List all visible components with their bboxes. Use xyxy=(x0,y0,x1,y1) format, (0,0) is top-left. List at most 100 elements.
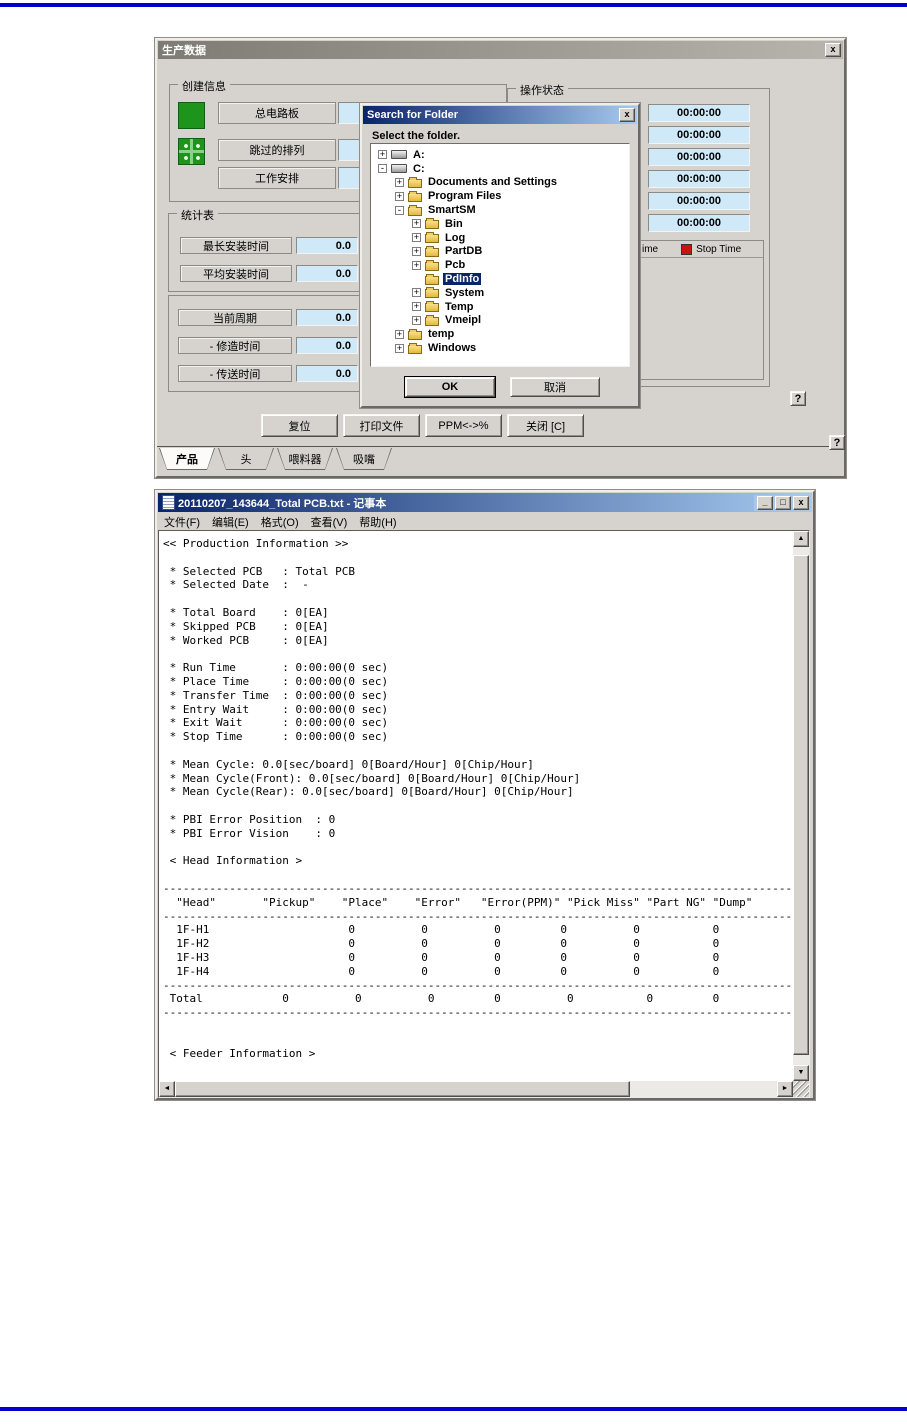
tree-item[interactable]: SmartSM xyxy=(371,203,629,217)
help-button[interactable]: ? xyxy=(790,391,806,406)
tree-item[interactable]: Windows xyxy=(371,341,629,355)
expand-toggle-icon[interactable] xyxy=(395,177,404,187)
tree-item-icon xyxy=(408,204,422,216)
tree-item[interactable]: C: xyxy=(371,162,629,176)
tree-item-icon xyxy=(425,287,439,299)
tree-item-label: SmartSM xyxy=(428,204,476,217)
cycle-row-label: 当前周期 xyxy=(178,309,292,326)
production-window-titlebar[interactable]: 生产数据 x xyxy=(158,41,843,59)
tree-item-label: PdInfo xyxy=(443,273,482,286)
stat-row-label: 平均安装时间 xyxy=(180,265,292,282)
horizontal-scroll-thumb[interactable] xyxy=(175,1081,630,1097)
expand-toggle-icon[interactable] xyxy=(412,302,421,312)
status-time-value: 00:00:00 xyxy=(648,104,750,122)
scroll-left-icon[interactable]: ◄ xyxy=(159,1081,175,1097)
tree-item-icon xyxy=(425,301,439,313)
folder-dialog-titlebar[interactable]: Search for Folder x xyxy=(363,106,637,124)
expand-toggle-icon[interactable] xyxy=(412,315,421,325)
tree-item[interactable]: Program Files xyxy=(371,189,629,203)
expand-toggle-icon[interactable] xyxy=(412,233,421,243)
stat-row-value: 0.0 xyxy=(296,265,358,282)
cancel-button[interactable]: 取消 xyxy=(510,377,600,397)
time-legend-header: ime Stop Time xyxy=(629,241,763,258)
tree-item-icon xyxy=(425,273,439,285)
status-time-value: 00:00:00 xyxy=(648,126,750,144)
tree-item[interactable]: A: xyxy=(371,148,629,162)
tree-item-icon xyxy=(408,176,422,188)
folder-dialog-title: Search for Folder xyxy=(367,109,459,121)
expand-toggle-icon[interactable] xyxy=(412,246,421,256)
help-button-2[interactable]: ? xyxy=(829,435,845,450)
top-rule xyxy=(0,3,907,7)
tree-item[interactable]: PartDB xyxy=(371,245,629,259)
expand-toggle-icon[interactable] xyxy=(412,288,421,298)
tree-item[interactable]: PdInfo xyxy=(371,272,629,286)
tree-item[interactable]: Pcb xyxy=(371,258,629,272)
action-button[interactable]: PPM<->% xyxy=(425,414,502,437)
tree-item-label: Log xyxy=(445,231,466,244)
tree-item[interactable]: Log xyxy=(371,231,629,245)
maximize-icon[interactable]: □ xyxy=(775,495,791,510)
notepad-window: 20110207_143644_Total PCB.txt - 记事本 _ □ … xyxy=(155,490,815,1100)
scroll-down-icon[interactable]: ▼ xyxy=(793,1065,809,1081)
menu-item[interactable]: 查看(V) xyxy=(305,514,354,530)
tab[interactable]: 产品 xyxy=(159,448,215,470)
expand-toggle-icon[interactable] xyxy=(378,150,387,160)
tab-label: 喂料器 xyxy=(278,448,332,469)
tab[interactable]: 喂料器 xyxy=(277,448,333,470)
cycle-row-label: - 传送时间 xyxy=(178,365,292,382)
tree-item[interactable]: Vmeipl xyxy=(371,314,629,328)
action-button[interactable]: 复位 xyxy=(261,414,338,437)
expand-toggle-icon[interactable] xyxy=(395,329,404,339)
horizontal-scrollbar[interactable]: ◄ ► xyxy=(159,1081,793,1097)
expand-toggle-icon[interactable] xyxy=(378,164,387,174)
action-buttons: 复位 打印文件 PPM<->% 关闭 [C] xyxy=(261,414,584,437)
action-button[interactable]: 打印文件 xyxy=(343,414,420,437)
scroll-up-icon[interactable]: ▲ xyxy=(793,531,809,547)
menu-item[interactable]: 编辑(E) xyxy=(206,514,255,530)
tab[interactable]: 吸嘴 xyxy=(336,448,392,470)
cycle-row-label: - 修造时间 xyxy=(178,337,292,354)
expand-toggle-icon[interactable] xyxy=(395,205,404,215)
notepad-text[interactable]: << Production Information >> * Selected … xyxy=(163,537,791,1077)
work-schedule-button[interactable]: 工作安排 xyxy=(218,167,336,189)
notepad-titlebar[interactable]: 20110207_143644_Total PCB.txt - 记事本 _ □ … xyxy=(158,493,812,512)
scroll-right-icon[interactable]: ► xyxy=(777,1081,793,1097)
time-legend-panel: ime Stop Time xyxy=(628,240,764,380)
tree-item[interactable]: Bin xyxy=(371,217,629,231)
expand-toggle-icon[interactable] xyxy=(395,343,404,353)
status-time-value: 00:00:00 xyxy=(648,214,750,232)
tree-item-label: PartDB xyxy=(445,245,483,258)
tree-item-icon xyxy=(408,328,422,340)
cycle-row-value: 0.0 xyxy=(296,365,358,382)
tree-item[interactable]: System xyxy=(371,286,629,300)
vertical-scrollbar[interactable]: ▲ ▼ xyxy=(793,531,809,1081)
action-button[interactable]: 关闭 [C] xyxy=(507,414,584,437)
folder-tree[interactable]: A: C: Documents and Settings Program Fil… xyxy=(370,143,630,367)
skipped-array-button[interactable]: 跳过的排列 xyxy=(218,139,336,161)
menu-item[interactable]: 格式(O) xyxy=(255,514,305,530)
tab[interactable]: 头 xyxy=(218,448,274,470)
menu-item[interactable]: 帮助(H) xyxy=(353,514,402,530)
tab-label: 吸嘴 xyxy=(337,448,391,469)
menu-item[interactable]: 文件(F) xyxy=(158,514,206,530)
stat-row: 平均安装时间 0.0 xyxy=(180,265,358,282)
tree-item[interactable]: Temp xyxy=(371,300,629,314)
close-icon[interactable]: x xyxy=(793,495,809,510)
resize-grip[interactable] xyxy=(793,1081,809,1097)
tab-strip: 产品 头 喂料器 吸嘴 xyxy=(157,446,844,477)
expand-toggle-icon[interactable] xyxy=(412,260,421,270)
tree-item[interactable]: temp xyxy=(371,327,629,341)
bottom-rule xyxy=(0,1407,907,1411)
minimize-icon[interactable]: _ xyxy=(757,495,773,510)
vertical-scroll-thumb[interactable] xyxy=(793,555,809,1055)
tree-item[interactable]: Documents and Settings xyxy=(371,176,629,190)
tree-item-icon xyxy=(425,314,439,326)
total-pcb-button[interactable]: 总电路板 xyxy=(218,102,336,124)
ok-button[interactable]: OK xyxy=(405,377,495,397)
close-icon[interactable]: x xyxy=(825,43,841,57)
expand-toggle-icon[interactable] xyxy=(395,191,404,201)
close-icon[interactable]: x xyxy=(619,108,635,122)
creation-info-label: 创建信息 xyxy=(178,78,230,94)
expand-toggle-icon[interactable] xyxy=(412,219,421,229)
